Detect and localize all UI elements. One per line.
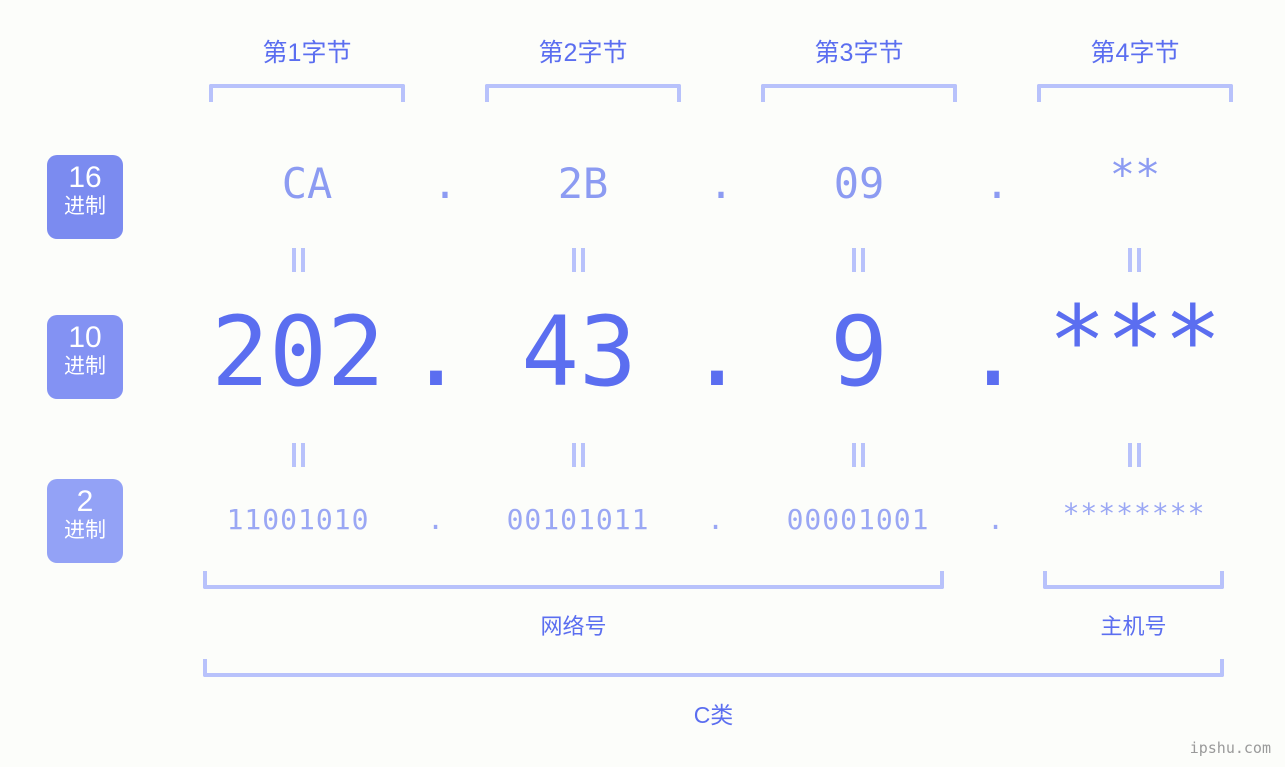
hex-separator-2: .: [708, 159, 734, 208]
decimal-separator-2: .: [688, 296, 746, 408]
binary-byte-3: 00001001: [786, 503, 930, 536]
radix-badge-dec: 10 进制: [47, 315, 123, 399]
byte-header-1: 第1字节: [209, 33, 405, 73]
radix-badge-hex-unit: 进制: [64, 195, 106, 218]
binary-byte-4: ********: [1062, 497, 1206, 530]
hex-byte-4: **: [1109, 150, 1161, 199]
binary-separator-3: .: [987, 503, 1005, 536]
host-part-label-text: 主机号: [1100, 614, 1167, 639]
byte-header-4-label: 第4字节: [1090, 39, 1180, 67]
radix-badge-bin-number: 2: [76, 485, 94, 518]
radix-badge-bin-unit: 进制: [64, 519, 106, 542]
byte-bracket-3: [761, 84, 957, 102]
equals-icon-dec-bin-1: [291, 443, 307, 467]
host-part-label: 主机号: [1043, 612, 1224, 642]
decimal-byte-3: 9: [830, 296, 888, 408]
byte-header-3-label: 第3字节: [814, 39, 904, 67]
byte-header-2-label: 第2字节: [538, 39, 628, 67]
decimal-separator-1: .: [407, 296, 465, 408]
byte-bracket-4: [1037, 84, 1233, 102]
hex-byte-3: 09: [833, 159, 885, 208]
radix-badge-dec-unit: 进制: [64, 355, 106, 378]
site-watermark: ipshu.com: [1189, 739, 1271, 757]
decimal-byte-1: 202: [211, 296, 385, 408]
byte-header-3: 第3字节: [761, 33, 957, 73]
address-class-bracket: [203, 659, 1224, 677]
decimal-byte-4: ***: [1048, 285, 1222, 397]
binary-separator-1: .: [427, 503, 445, 536]
equals-icon-hex-dec-3: [851, 248, 867, 272]
decimal-byte-2: 43: [521, 296, 637, 408]
byte-header-1-label: 第1字节: [262, 39, 352, 67]
radix-badge-hex: 16 进制: [47, 155, 123, 239]
equals-icon-hex-dec-1: [291, 248, 307, 272]
equals-icon-hex-dec-4: [1127, 248, 1143, 272]
radix-badge-dec-number: 10: [68, 321, 102, 354]
hex-byte-2: 2B: [557, 159, 609, 208]
address-class-label: C类: [203, 700, 1224, 730]
binary-separator-2: .: [707, 503, 725, 536]
hex-byte-1: CA: [281, 159, 333, 208]
byte-header-2: 第2字节: [485, 33, 681, 73]
byte-header-4: 第4字节: [1037, 33, 1233, 73]
radix-badge-hex-number: 16: [68, 161, 102, 194]
network-part-label-text: 网络号: [540, 614, 607, 639]
binary-byte-1: 11001010: [226, 503, 370, 536]
network-part-bracket: [203, 571, 944, 589]
equals-icon-dec-bin-3: [851, 443, 867, 467]
address-class-label-text: C类: [693, 702, 734, 728]
equals-icon-hex-dec-2: [571, 248, 587, 272]
ip-address-breakdown-diagram: 第1字节 第2字节 第3字节 第4字节 16 进制 10 进制 2 进制 CA …: [0, 0, 1285, 767]
radix-badge-bin: 2 进制: [47, 479, 123, 563]
equals-icon-dec-bin-4: [1127, 443, 1143, 467]
network-part-label: 网络号: [203, 612, 944, 642]
hex-separator-1: .: [432, 159, 458, 208]
host-part-bracket: [1043, 571, 1224, 589]
decimal-separator-3: .: [964, 296, 1022, 408]
byte-bracket-2: [485, 84, 681, 102]
binary-byte-2: 00101011: [506, 503, 650, 536]
equals-icon-dec-bin-2: [571, 443, 587, 467]
hex-separator-3: .: [984, 159, 1010, 208]
byte-bracket-1: [209, 84, 405, 102]
